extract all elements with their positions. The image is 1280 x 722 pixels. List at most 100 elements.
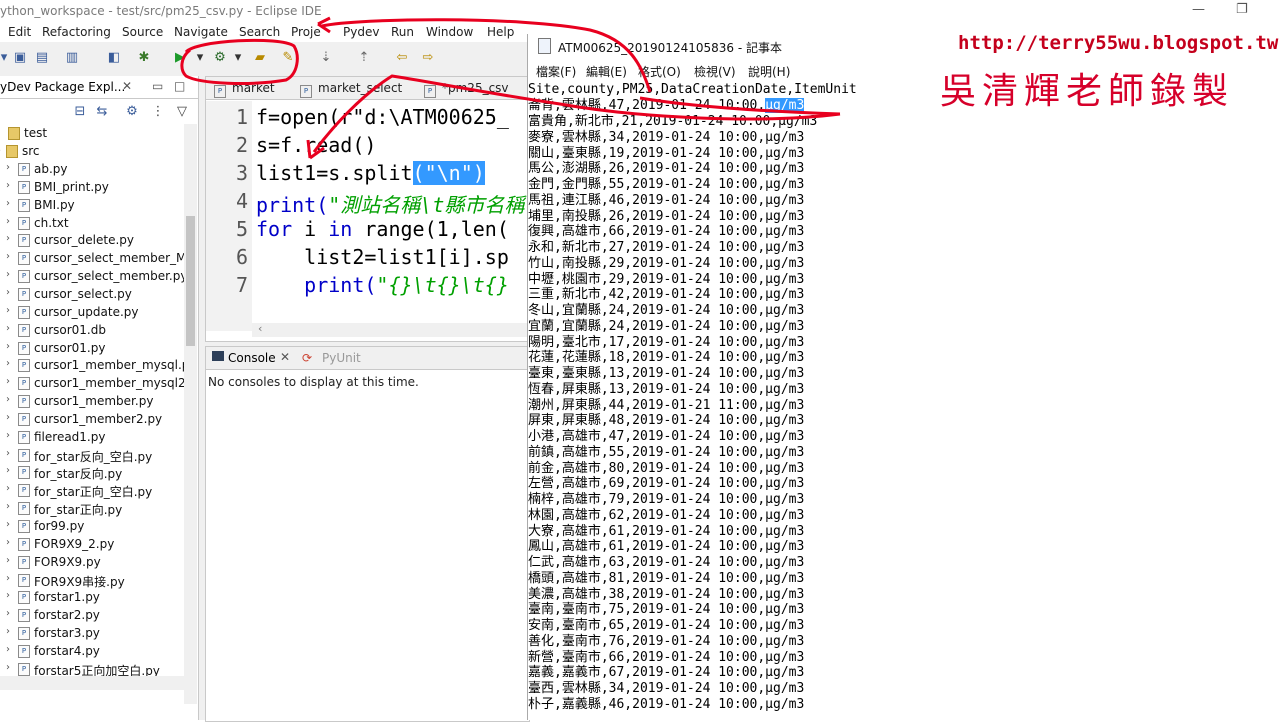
expand-arrow-icon[interactable]: › bbox=[6, 555, 10, 566]
maximize-icon[interactable]: ❐ bbox=[1236, 2, 1248, 17]
menu-edit[interactable]: 編輯(E) bbox=[586, 63, 627, 80]
expand-arrow-icon[interactable]: › bbox=[6, 198, 10, 209]
maximize-view-icon[interactable]: □ bbox=[174, 79, 185, 93]
minimize-icon[interactable]: — bbox=[1192, 2, 1205, 17]
tree-item-file[interactable]: › Pfor_star反向.py bbox=[0, 463, 184, 481]
menu-window[interactable]: Window bbox=[426, 25, 473, 39]
new-icon[interactable]: ▾ bbox=[0, 50, 12, 66]
tree-item-file[interactable]: › Pcursor01.db bbox=[0, 321, 184, 339]
expand-arrow-icon[interactable]: › bbox=[6, 251, 10, 262]
tree-item-file[interactable]: › Pfor_star正向_空白.py bbox=[0, 481, 184, 499]
menu-help[interactable]: Help bbox=[487, 25, 514, 39]
close-icon[interactable]: ✕ bbox=[280, 350, 290, 364]
tab-console[interactable]: Console bbox=[228, 351, 276, 365]
scroll-left-icon[interactable]: ‹ bbox=[258, 322, 262, 335]
prev-annotation-icon[interactable]: ⇡ bbox=[356, 50, 372, 66]
back-icon[interactable]: ⇦ bbox=[394, 50, 410, 66]
tab-pyunit[interactable]: PyUnit bbox=[322, 351, 361, 365]
menu-view[interactable]: 檢視(V) bbox=[694, 63, 736, 80]
tree-item-project[interactable]: test bbox=[0, 124, 184, 142]
expand-arrow-icon[interactable]: › bbox=[6, 233, 10, 244]
tree-scrollbar[interactable] bbox=[184, 124, 197, 704]
expand-arrow-icon[interactable]: › bbox=[6, 376, 10, 387]
tree-item-file[interactable]: › Pfor99.py bbox=[0, 517, 184, 535]
forward-icon[interactable]: ⇨ bbox=[420, 50, 436, 66]
notepad-text-area[interactable]: Site,county,PM25,DataCreationDate,ItemUn… bbox=[528, 82, 1280, 722]
tree-item-file[interactable]: › Pcursor_update.py bbox=[0, 303, 184, 321]
menu-run[interactable]: Run bbox=[391, 25, 414, 39]
expand-arrow-icon[interactable]: ⌄ bbox=[0, 144, 2, 155]
tab-pm25-csv[interactable]: P *pm25_csv bbox=[424, 81, 509, 98]
tree-item-folder[interactable]: ⌄ src bbox=[0, 142, 184, 160]
close-icon[interactable]: ✕ bbox=[122, 79, 132, 93]
expand-arrow-icon[interactable]: › bbox=[6, 590, 10, 601]
expand-arrow-icon[interactable]: › bbox=[6, 501, 10, 512]
menu-help[interactable]: 說明(H) bbox=[748, 63, 790, 80]
expand-arrow-icon[interactable]: › bbox=[6, 573, 10, 584]
run-external-dropdown-icon[interactable]: ▾ bbox=[230, 50, 246, 66]
expand-arrow-icon[interactable]: › bbox=[6, 162, 10, 173]
tree-item-file[interactable]: › Pfileread1.py bbox=[0, 428, 184, 446]
expand-arrow-icon[interactable]: › bbox=[6, 216, 10, 227]
tab-market[interactable]: Pmarket bbox=[214, 81, 275, 98]
expand-arrow-icon[interactable]: › bbox=[6, 341, 10, 352]
tree-item-file[interactable]: › Pcursor_select_member.py bbox=[0, 267, 184, 285]
tree-item-file[interactable]: › Pfor_star正向.py bbox=[0, 499, 184, 517]
expand-arrow-icon[interactable]: › bbox=[6, 269, 10, 280]
tree-item-file[interactable]: › Pcursor_select_member_M bbox=[0, 249, 184, 267]
menu-pydev[interactable]: Pydev bbox=[343, 25, 379, 39]
tree-item-file[interactable]: › Pab.py bbox=[0, 160, 184, 178]
collapse-all-icon[interactable]: ⊟ bbox=[72, 104, 88, 120]
view-dropdown-icon[interactable]: ▽ bbox=[174, 104, 190, 120]
package-explorer-tab[interactable]: yDev Package Expl... ✕ ▭ □ bbox=[0, 76, 198, 99]
tree-item-file[interactable]: › P FOR9X9串接.py bbox=[0, 571, 184, 589]
tree-item-file[interactable]: › P BMI.py bbox=[0, 196, 184, 214]
menu-refactoring[interactable]: Refactoring bbox=[42, 25, 111, 39]
tree-scroll-thumb[interactable] bbox=[186, 216, 195, 346]
expand-arrow-icon[interactable]: › bbox=[6, 394, 10, 405]
run-external-icon[interactable]: ⚙ bbox=[212, 50, 228, 66]
print-icon[interactable]: ▥ bbox=[64, 50, 80, 66]
save-icon[interactable]: ▣ bbox=[12, 50, 28, 66]
link-editor-icon[interactable]: ⇆ bbox=[94, 104, 110, 120]
tree-item-file[interactable]: › Pcursor1_member_mysql.p bbox=[0, 356, 184, 374]
tree-item-file[interactable]: › Pcursor1_member2.py bbox=[0, 410, 184, 428]
tab-market-select[interactable]: Pmarket_select bbox=[300, 81, 402, 98]
tree-item-file[interactable]: › Pcursor_delete.py bbox=[0, 231, 184, 249]
tree-item-file[interactable]: › P FOR9X9.py bbox=[0, 553, 184, 571]
expand-arrow-icon[interactable]: › bbox=[6, 465, 10, 476]
expand-arrow-icon[interactable]: › bbox=[6, 287, 10, 298]
tree-item-file[interactable]: › P BMI_print.py bbox=[0, 178, 184, 196]
view-menu-icon[interactable]: ⋮ bbox=[150, 104, 166, 120]
menu-source[interactable]: Source bbox=[122, 25, 163, 39]
expand-arrow-icon[interactable]: › bbox=[6, 412, 10, 423]
expand-arrow-icon[interactable]: › bbox=[6, 537, 10, 548]
expand-arrow-icon[interactable]: › bbox=[6, 323, 10, 334]
expand-arrow-icon[interactable]: › bbox=[6, 662, 10, 673]
build-icon[interactable]: ◧ bbox=[106, 50, 122, 66]
expand-arrow-icon[interactable]: › bbox=[6, 519, 10, 530]
tree-item-file[interactable]: › Pcursor1_member.py bbox=[0, 392, 184, 410]
run-icon[interactable]: ▶ bbox=[172, 50, 188, 66]
tree-item-file[interactable]: › Pch.txt bbox=[0, 214, 184, 232]
expand-arrow-icon[interactable]: › bbox=[6, 358, 10, 369]
next-annotation-icon[interactable]: ⇣ bbox=[318, 50, 334, 66]
menu-search[interactable]: Search bbox=[239, 25, 280, 39]
tree-item-file[interactable]: › Pforstar2.py bbox=[0, 606, 184, 624]
code-area[interactable]: f=open(r"d:\ATM00625_ s=f.read() list1=s… bbox=[256, 101, 528, 311]
expand-arrow-icon[interactable]: › bbox=[6, 448, 10, 459]
filter-icon[interactable]: ⚙ bbox=[124, 104, 140, 120]
expand-arrow-icon[interactable]: › bbox=[6, 644, 10, 655]
debug-icon[interactable]: ✱ bbox=[136, 50, 152, 66]
tree-item-file[interactable]: › Pfor_star反向_空白.py bbox=[0, 446, 184, 464]
menu-format[interactable]: 格式(O) bbox=[638, 63, 681, 80]
tree-hscrollbar[interactable] bbox=[0, 676, 184, 690]
editor-hscrollbar[interactable]: ‹ bbox=[252, 322, 528, 337]
tree-item-file[interactable]: › Pforstar3.py bbox=[0, 624, 184, 642]
expand-arrow-icon[interactable]: › bbox=[6, 608, 10, 619]
run-dropdown-icon[interactable]: ▾ bbox=[192, 50, 208, 66]
menu-project[interactable]: Proje bbox=[291, 25, 321, 39]
expand-arrow-icon[interactable]: › bbox=[6, 483, 10, 494]
minimize-view-icon[interactable]: ▭ bbox=[152, 79, 163, 93]
expand-arrow-icon[interactable]: › bbox=[6, 626, 10, 637]
